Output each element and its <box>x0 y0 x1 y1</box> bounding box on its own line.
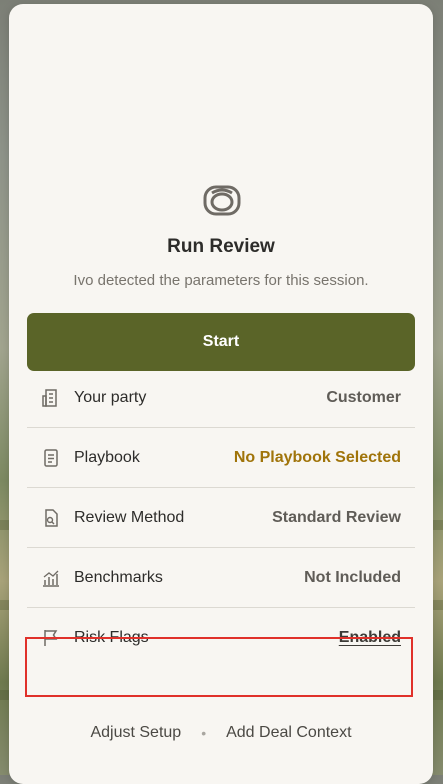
page-subtitle: Ivo detected the parameters for this ses… <box>73 272 369 289</box>
document-icon <box>41 448 61 468</box>
building-icon <box>41 388 61 408</box>
parameter-value[interactable]: Customer <box>326 389 401 407</box>
parameter-label: Benchmarks <box>74 568 163 586</box>
parameter-row-review-method[interactable]: Review Method Standard Review <box>27 488 415 548</box>
search-document-icon <box>41 508 61 528</box>
page-title: Run Review <box>167 236 275 257</box>
parameter-value[interactable]: Not Included <box>304 569 401 587</box>
parameter-label: Review Method <box>74 508 185 526</box>
parameter-value[interactable]: No Playbook Selected <box>234 449 401 467</box>
parameter-label: Playbook <box>74 448 140 466</box>
parameter-value[interactable]: Standard Review <box>272 509 401 527</box>
chart-icon <box>41 568 61 588</box>
separator-dot: • <box>201 725 207 741</box>
risk-flags-highlight <box>25 637 413 697</box>
add-deal-context-link[interactable]: Add Deal Context <box>226 724 351 742</box>
parameter-row-your-party[interactable]: Your party Customer <box>27 368 415 428</box>
adjust-setup-link[interactable]: Adjust Setup <box>90 724 181 742</box>
footer-actions: Adjust Setup • Add Deal Context <box>9 724 433 742</box>
parameter-label: Your party <box>74 388 147 406</box>
camera-lens-icon <box>202 183 242 218</box>
parameter-row-playbook[interactable]: Playbook No Playbook Selected <box>27 428 415 488</box>
parameter-row-benchmarks[interactable]: Benchmarks Not Included <box>27 548 415 608</box>
run-review-panel: Run Review Ivo detected the parameters f… <box>9 4 433 784</box>
parameter-list: Your party Customer Playbook No Playbook… <box>27 389 415 668</box>
start-button[interactable]: Start <box>27 313 415 371</box>
